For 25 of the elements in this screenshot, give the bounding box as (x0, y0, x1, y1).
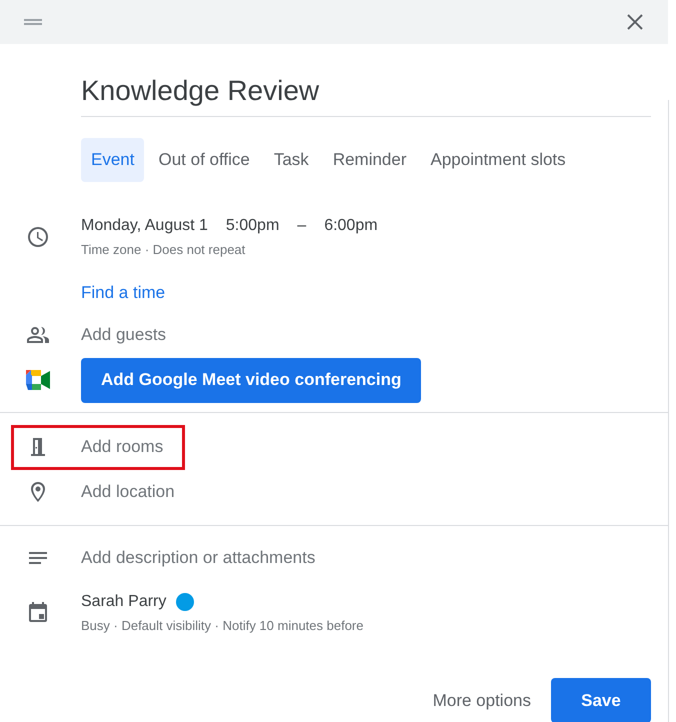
calendar-details[interactable]: Busy · Default visibility · Notify 10 minutes before (81, 616, 668, 635)
event-type-tab[interactable]: Event (81, 138, 144, 182)
video-camera-icon (26, 370, 50, 390)
clock-icon (26, 224, 50, 249)
find-time-link[interactable]: Find a time (81, 282, 166, 302)
close-icon[interactable] (626, 13, 644, 31)
more-options-button[interactable]: More options (422, 678, 541, 722)
event-type-tab[interactable]: Task (264, 138, 319, 182)
event-type-tab[interactable]: Out of office (148, 138, 260, 182)
meet-button[interactable]: Add Google Meet video conferencing (81, 358, 422, 402)
time-dash: – (297, 216, 306, 236)
event-type-tab[interactable]: Appointment slots (420, 138, 576, 182)
start-time[interactable]: 5:00pm (226, 214, 280, 238)
end-time[interactable]: 6:00pm (324, 214, 378, 238)
drag-handle-icon[interactable] (24, 19, 42, 25)
add-rooms-button[interactable]: Add rooms (81, 437, 164, 456)
event-date[interactable]: Monday, August 1 (81, 214, 208, 238)
guests-field[interactable]: Add guests (81, 322, 381, 347)
event-type-tab[interactable]: Reminder (322, 138, 417, 182)
time-details[interactable]: Time zone · Does not repeat (81, 240, 668, 260)
calendar-name[interactable]: Sarah Parry (81, 590, 166, 614)
description-field[interactable]: Add description or attachments (81, 544, 481, 570)
save-button[interactable]: Save (551, 678, 651, 722)
location-field[interactable]: Add location (81, 479, 381, 504)
title-field[interactable]: Knowledge Review (81, 70, 651, 117)
